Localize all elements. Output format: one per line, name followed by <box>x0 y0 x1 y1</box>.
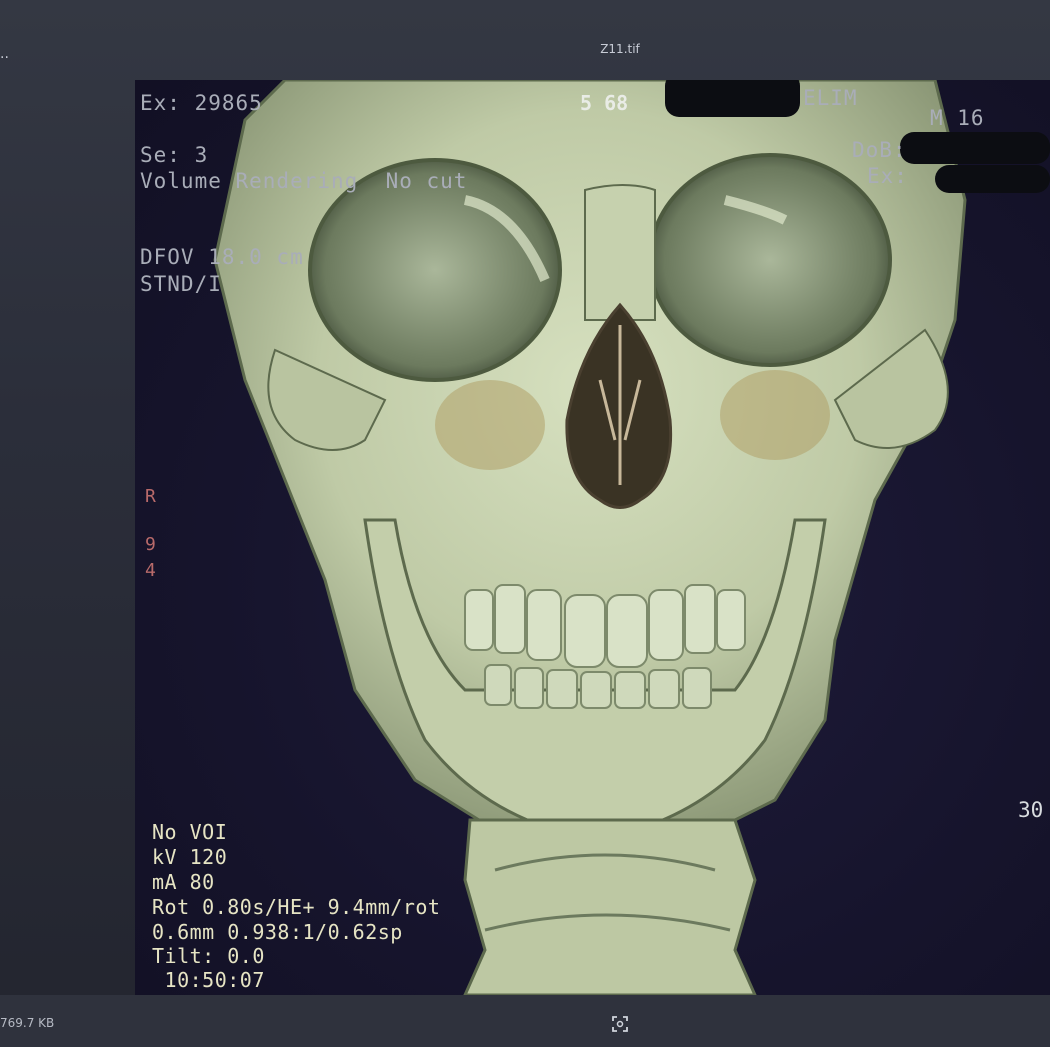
side-value-2: 4 <box>145 560 156 581</box>
title-bar: .. Z11.tif <box>0 0 1050 80</box>
tilt-label: Tilt: 0.0 <box>152 944 265 968</box>
slice-label: 0.6mm 0.938:1/0.62sp <box>152 920 403 944</box>
lower-teeth <box>484 664 712 709</box>
status-bar <box>0 995 1050 1047</box>
redaction-block <box>935 165 1050 193</box>
skull-rendering <box>213 80 967 995</box>
menu-ellipsis[interactable]: .. <box>0 46 9 62</box>
series-label: Se: 3 <box>140 143 209 167</box>
recon-kernel: STND/I <box>140 272 222 296</box>
render-mode: Volume Rendering No cut <box>140 169 468 193</box>
ct-scan-image[interactable]: Ex: 29865 5 68 ELIM M 16 DoB: Ex: Se: 3 … <box>135 80 1050 995</box>
orientation-marker: R <box>145 486 156 507</box>
redaction-block <box>900 132 1050 164</box>
series-number: 5 68 <box>580 91 629 115</box>
window-title: Z11.tif <box>600 42 640 56</box>
exam-number: Ex: 29865 <box>140 91 263 115</box>
image-viewer-window: .. Z11.tif Ex: 29865 5 68 ELIM M 16 DoB:… <box>0 0 1050 1047</box>
dfov-label: DFOV 18.0 cm <box>140 245 304 269</box>
left-orbit <box>648 153 892 367</box>
site-name: ELIM <box>803 86 858 110</box>
redaction-block <box>665 80 800 117</box>
ma-label: mA 80 <box>152 870 215 894</box>
fullscreen-icon <box>612 1016 628 1032</box>
file-size: 769.7 KB <box>0 1016 55 1030</box>
dob-label: DoB: <box>852 138 907 162</box>
right-scale-value: 30 <box>1018 798 1044 822</box>
right-orbit <box>308 158 562 382</box>
kv-label: kV 120 <box>152 845 228 869</box>
fullscreen-button[interactable] <box>610 1014 630 1034</box>
cervical-spine <box>463 818 757 995</box>
ex-label: Ex: <box>867 164 908 188</box>
age-sex: M 16 <box>930 106 985 130</box>
voi-label: No VOI <box>152 820 228 844</box>
acquisition-time: 10:50:07 <box>152 968 265 992</box>
side-value-1: 9 <box>145 534 156 555</box>
nasal-bridge <box>584 184 656 321</box>
rotation-label: Rot 0.80s/HE+ 9.4mm/rot <box>152 895 441 919</box>
